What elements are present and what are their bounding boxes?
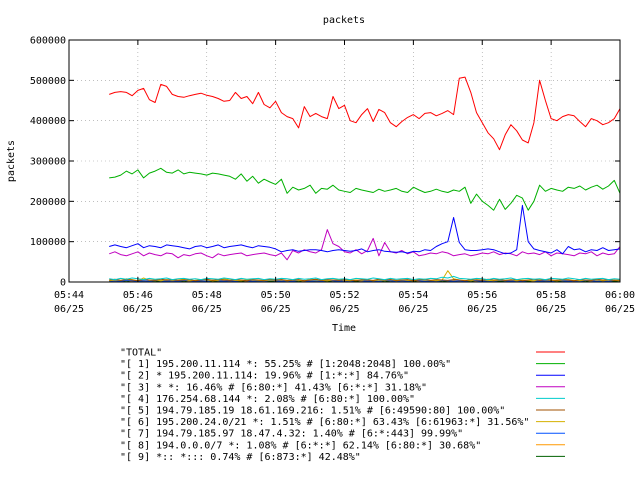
y-tick-label: 0 — [60, 278, 66, 289]
x-tick-label-time: 05:44 — [54, 290, 84, 301]
x-axis-label: Time — [332, 323, 356, 334]
chart-title: packets — [323, 15, 365, 26]
x-tick-label-time: 05:46 — [123, 290, 153, 301]
series-line — [109, 76, 621, 151]
y-tick-label: 600000 — [30, 36, 66, 47]
legend-entry-label: "[ 1] 195.200.11.114 *: 55.25% # [1:2048… — [120, 359, 451, 370]
x-tick-label-time: 06:00 — [605, 290, 635, 301]
x-tick-label-time: 05:54 — [398, 290, 428, 301]
y-tick-label: 100000 — [30, 237, 66, 248]
legend-entry-label: "[ 3] * *: 16.46% # [6:80:*] 41.43% [6:*… — [120, 382, 427, 393]
legend-entry-label: "[ 7] 194.79.185.97 18.47.4.32: 1.40% # … — [120, 429, 463, 440]
legend-entry-label: "[ 6] 195.200.24.0/21 *: 1.51% # [6:80:*… — [120, 417, 529, 428]
y-axis-ticks: 0 100000 200000 300000 400000 500000 600000 — [30, 36, 620, 289]
legend-entry-label: "TOTAL" — [120, 348, 162, 359]
series-line — [109, 167, 621, 211]
x-tick-label-time: 05:56 — [467, 290, 497, 301]
plot-area: 0 100000 200000 300000 400000 500000 600000 05… — [30, 36, 635, 316]
series-lines — [109, 76, 621, 283]
legend-entry-label: "[ 4] 176.254.68.144 *: 2.08% # [6:80:*]… — [120, 394, 415, 405]
legend-entry-label: "[ 8] 194.0.0.0/7 *: 1.08% # [6:*:*] 62.… — [120, 440, 481, 451]
series-line — [109, 229, 621, 261]
y-tick-label: 500000 — [30, 76, 66, 87]
x-tick-label-time: 05:48 — [192, 290, 222, 301]
packets-line-chart: packets 0 100000 200000 300000 400000 500000 6… — [6, 15, 635, 463]
series-line — [109, 275, 621, 281]
y-tick-label: 200000 — [30, 197, 66, 208]
series-line — [109, 204, 621, 255]
x-tick-label-date: 06/25 — [605, 304, 635, 315]
legend: "TOTAL""[ 1] 195.200.11.114 *: 55.25% # … — [120, 348, 565, 463]
legend-entry-label: "[ 9] *:: *::: 0.74% # [6:873:*] 42.48%" — [120, 452, 361, 463]
x-axis-ticks: 05:44 06/25 05:46 06/25 05:48 06/25 05:50 06/25… — [54, 40, 635, 315]
y-tick-label: 300000 — [30, 157, 66, 168]
legend-entry-label: "[ 5] 194.79.185.19 18.61.169.216: 1.51%… — [120, 406, 505, 417]
x-tick-label-date: 06/25 — [329, 304, 359, 315]
x-tick-label-date: 06/25 — [536, 304, 566, 315]
x-tick-label-date: 06/25 — [467, 304, 497, 315]
x-tick-label-time: 05:58 — [536, 290, 566, 301]
x-tick-label-date: 06/25 — [192, 304, 222, 315]
x-tick-label-date: 06/25 — [54, 304, 84, 315]
y-tick-label: 400000 — [30, 116, 66, 127]
x-tick-label-time: 05:52 — [329, 290, 359, 301]
legend-entry-label: "[ 2] * 195.200.11.114: 19.96% # [1:*:*]… — [120, 371, 409, 382]
x-tick-label-time: 05:50 — [261, 290, 291, 301]
x-tick-label-date: 06/25 — [261, 304, 291, 315]
x-tick-label-date: 06/25 — [123, 304, 153, 315]
x-tick-label-date: 06/25 — [398, 304, 428, 315]
y-axis-label: packets — [6, 140, 17, 182]
